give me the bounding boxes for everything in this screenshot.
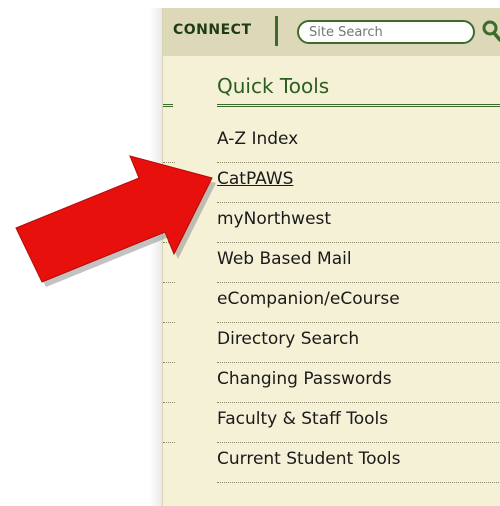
list-item: CatPAWS	[217, 163, 500, 203]
link-ecompanion-ecourse[interactable]: eCompanion/eCourse	[217, 289, 400, 309]
link-web-based-mail[interactable]: Web Based Mail	[217, 249, 352, 269]
list-item: Current Student Tools	[217, 443, 500, 483]
quick-tools-heading: Quick Tools	[217, 74, 330, 98]
search-icon[interactable]	[481, 18, 500, 44]
link-a-z-index[interactable]: A-Z Index	[217, 129, 298, 149]
heading-rule	[217, 104, 500, 107]
list-item: Faculty & Staff Tools	[217, 403, 500, 443]
connect-label: CONNECT	[173, 22, 252, 38]
link-changing-passwords[interactable]: Changing Passwords	[217, 369, 392, 389]
screenshot-stage: CONNECT Quick Tools A-Z Index CatPAWS my…	[0, 0, 500, 506]
link-mynorthwest[interactable]: myNorthwest	[217, 209, 331, 229]
link-current-student-tools[interactable]: Current Student Tools	[217, 449, 400, 469]
connect-bar: CONNECT	[163, 8, 500, 56]
left-column-divider	[163, 402, 175, 403]
list-item: myNorthwest	[217, 203, 500, 243]
link-faculty-staff-tools[interactable]: Faculty & Staff Tools	[217, 409, 388, 429]
list-item: Changing Passwords	[217, 363, 500, 403]
list-item: A-Z Index	[217, 123, 500, 163]
red-arrow-icon	[15, 155, 216, 287]
quick-tools-list: A-Z Index CatPAWS myNorthwest Web Based …	[217, 123, 500, 483]
list-item: Web Based Mail	[217, 243, 500, 283]
left-column-divider	[163, 442, 175, 443]
list-item: eCompanion/eCourse	[217, 283, 500, 323]
left-column-divider	[163, 322, 175, 323]
left-column-divider	[163, 362, 175, 363]
list-item: Directory Search	[217, 323, 500, 363]
link-catpaws[interactable]: CatPAWS	[217, 169, 293, 189]
connect-divider	[275, 16, 278, 46]
link-directory-search[interactable]: Directory Search	[217, 329, 359, 349]
site-search-input[interactable]	[297, 20, 475, 44]
